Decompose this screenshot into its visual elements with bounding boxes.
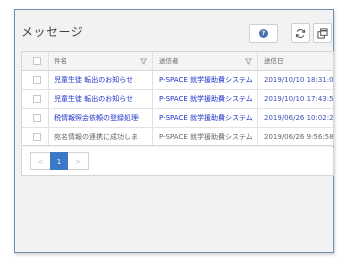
column-divider [257,71,258,89]
row-checkbox[interactable] [33,133,41,141]
subject-filter-icon[interactable] [140,58,147,65]
help-button[interactable]: ? [249,24,278,43]
table-row[interactable]: 宛名情報の連携に成功しま... P-SPACE 就学援助費システム 2019/0… [22,128,334,145]
sender-filter-icon[interactable] [245,58,252,65]
row-checkbox[interactable] [33,95,41,103]
row-subject-link[interactable]: 税情報照会依頼の登録処理(F... [54,109,139,128]
column-divider [152,109,153,127]
table-row[interactable]: 児童生徒 転出のお知らせ P-SPACE 就学援助費システム 2019/10/1… [22,90,333,109]
messages-panel: メッセージ ? 件名 送信者 送信日 児童生徒 転出のお知らせ P-SPACE … [14,9,334,253]
column-divider [152,71,153,89]
row-subject-link[interactable]: 児童生徒 転出のお知らせ [54,71,139,90]
column-divider [152,90,153,108]
column-sender[interactable]: 送信者 [159,52,259,71]
select-all-checkbox[interactable] [33,57,41,65]
row-subject-link[interactable]: 児童生徒 転出のお知らせ [54,90,139,109]
row-date: 2019/06/26 9:56:58 [264,133,334,141]
prev-page-button[interactable]: < [30,152,50,170]
row-checkbox[interactable] [33,76,41,84]
column-divider [257,52,258,70]
column-divider [152,52,153,70]
row-date: 2019/06/26 10:02:22 [264,114,334,122]
column-divider [48,52,49,70]
column-divider [257,128,258,145]
column-divider [257,109,258,127]
messages-table: 件名 送信者 送信日 児童生徒 転出のお知らせ P-SPACE 就学援助費システ… [21,51,334,146]
column-divider [48,90,49,108]
table-row[interactable]: 税情報照会依頼の登録処理(F... P-SPACE 就学援助費システム 2019… [22,109,333,128]
refresh-button[interactable] [291,23,310,43]
column-divider [48,109,49,127]
row-date: 2019/10/10 17:43:50 [264,95,334,103]
table-header: 件名 送信者 送信日 [22,52,333,71]
column-divider [152,128,153,145]
row-date: 2019/10/10 18:31:07 [264,76,334,84]
pagination: < 1 > [21,147,334,176]
row-sender: P-SPACE 就学援助費システム [159,95,253,103]
help-icon: ? [259,29,268,38]
table-row[interactable]: 児童生徒 転出のお知らせ P-SPACE 就学援助費システム 2019/10/1… [22,71,333,90]
row-sender: P-SPACE 就学援助費システム [159,114,253,122]
panel-title: メッセージ [21,25,84,39]
column-subject[interactable]: 件名 [54,52,139,71]
row-checkbox[interactable] [33,114,41,122]
popout-button[interactable] [313,23,332,43]
column-divider [257,90,258,108]
row-sender: P-SPACE 就学援助費システム [159,76,253,84]
page-1-button[interactable]: 1 [50,152,68,170]
next-page-button[interactable]: > [68,152,89,170]
refresh-icon [295,28,306,38]
column-date[interactable]: 送信日 [264,52,333,71]
row-sender: P-SPACE 就学援助費システム [159,133,253,141]
column-divider [48,71,49,89]
column-divider [48,128,49,145]
popout-icon [317,27,328,39]
row-subject-link[interactable]: 宛名情報の連携に成功しま... [54,128,139,145]
